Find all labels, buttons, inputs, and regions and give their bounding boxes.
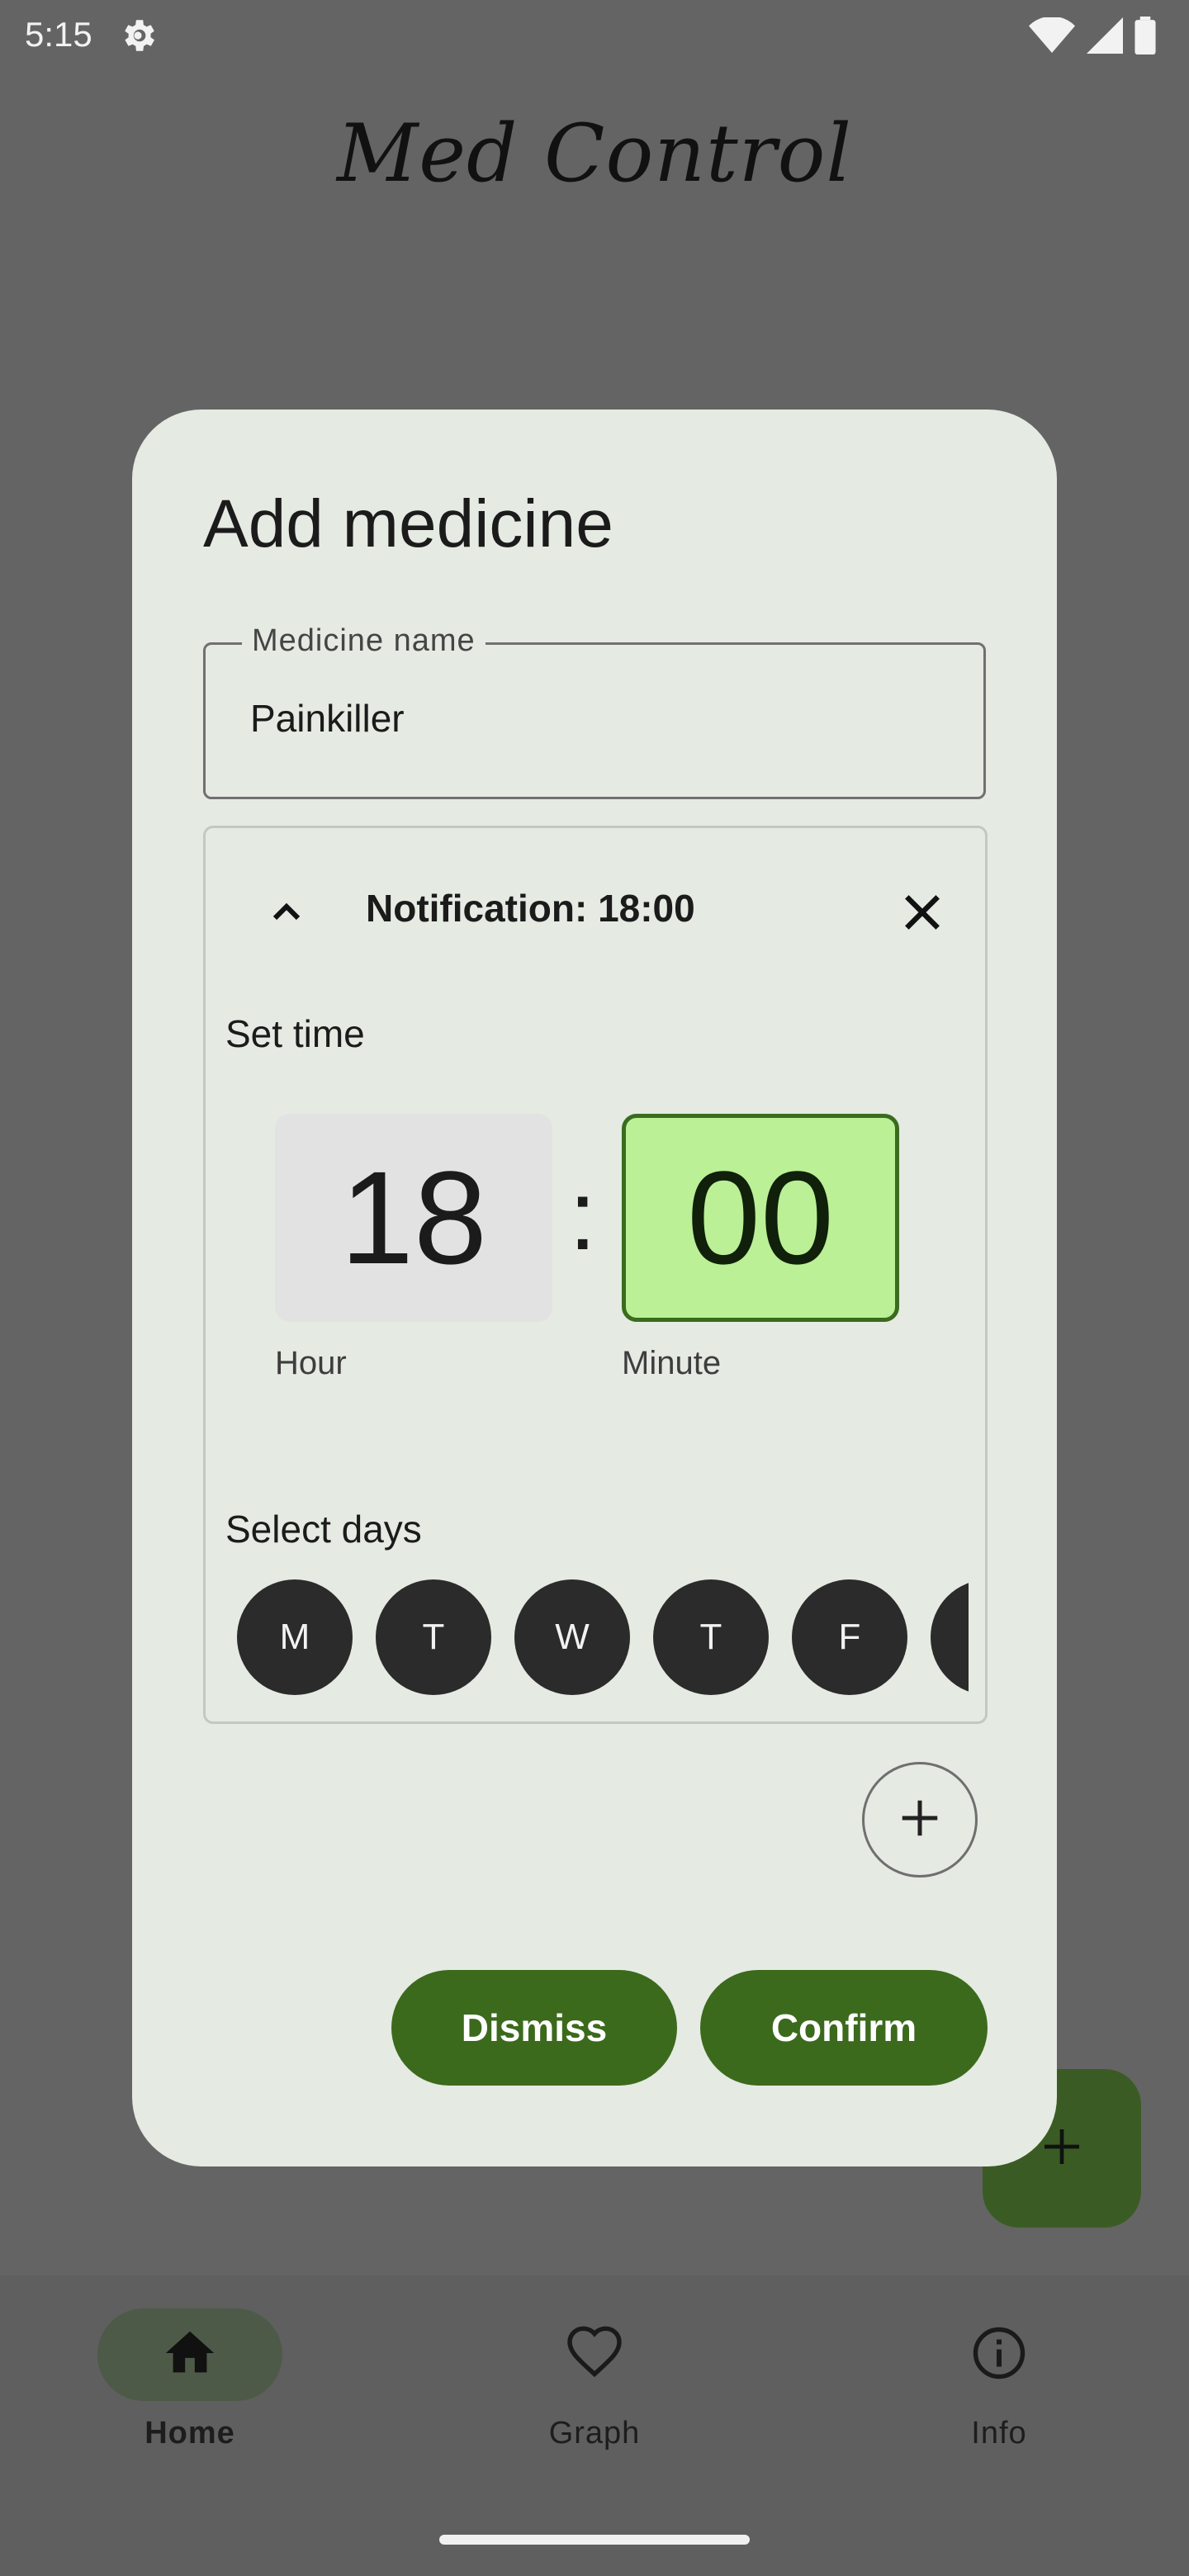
day-selector: M T W T F <box>237 1576 969 1697</box>
close-icon[interactable] <box>896 886 949 943</box>
info-icon <box>969 2323 1029 2387</box>
nav-label-info: Info <box>971 2416 1027 2451</box>
chevron-up-icon[interactable] <box>263 889 310 940</box>
day-tuesday[interactable]: T <box>376 1579 491 1695</box>
day-monday[interactable]: M <box>237 1579 353 1695</box>
add-notification-button[interactable] <box>862 1762 978 1878</box>
minute-label: Minute <box>622 1345 722 1381</box>
bottom-navigation: Home Graph Info <box>0 2275 1189 2576</box>
cellular-signal-icon <box>1087 17 1123 58</box>
nav-item-info[interactable]: Info <box>875 2308 1123 2451</box>
day-friday[interactable]: F <box>792 1579 907 1695</box>
notification-title: Notification: 18:00 <box>366 887 695 930</box>
hour-label: Hour <box>275 1345 347 1381</box>
select-days-label: Select days <box>225 1508 422 1551</box>
set-time-label: Set time <box>225 1012 365 1055</box>
plus-icon <box>895 1793 945 1847</box>
medicine-name-label: Medicine name <box>242 623 486 659</box>
status-time: 5:15 <box>25 15 92 54</box>
nav-item-graph[interactable]: Graph <box>471 2308 718 2451</box>
hour-selector[interactable]: 18 <box>275 1114 552 1322</box>
heart-icon <box>565 2323 624 2387</box>
notification-card: Notification: 18:00 Set time 18 : 00 Hou… <box>203 826 988 1724</box>
day-thursday[interactable]: T <box>653 1579 769 1695</box>
medicine-name-input[interactable]: Painkiller <box>250 696 405 741</box>
nav-label-home: Home <box>144 2416 235 2451</box>
day-saturday[interactable] <box>931 1579 969 1695</box>
status-icons <box>1029 16 1156 59</box>
day-wednesday[interactable]: W <box>514 1579 630 1695</box>
home-icon <box>161 2324 219 2386</box>
notification-header: Notification: 18:00 <box>263 881 949 939</box>
app-title: Med Control <box>336 107 853 200</box>
minute-selector[interactable]: 00 <box>622 1114 899 1322</box>
nav-indicator <box>97 2308 282 2401</box>
dismiss-button[interactable]: Dismiss <box>391 1970 677 2086</box>
settings-gear-icon <box>117 15 159 56</box>
nav-label-graph: Graph <box>548 2416 641 2451</box>
wifi-icon <box>1029 16 1075 58</box>
confirm-button[interactable]: Confirm <box>700 1970 988 2086</box>
nav-item-home[interactable]: Home <box>66 2308 314 2451</box>
dialog-title: Add medicine <box>203 486 613 561</box>
battery-icon <box>1135 17 1156 59</box>
time-separator: : <box>569 1160 597 1271</box>
add-medicine-dialog: Add medicine Medicine name Painkiller No… <box>132 410 1057 2166</box>
medicine-name-field[interactable]: Medicine name Painkiller <box>203 623 986 799</box>
gesture-handle[interactable] <box>439 2535 750 2545</box>
